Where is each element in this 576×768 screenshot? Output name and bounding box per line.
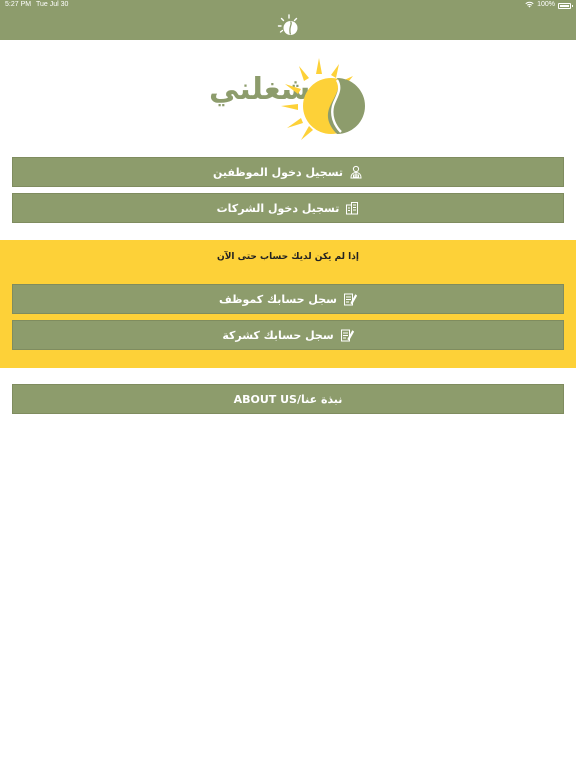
company-register-label: سجل حسابك كشركة: [222, 328, 334, 342]
wifi-icon: [525, 1, 534, 10]
battery-icon: [558, 3, 573, 9]
about-us-button[interactable]: ABOUT US/نبذة عنا: [12, 384, 564, 414]
about-us-label: ABOUT US/نبذة عنا: [233, 392, 343, 406]
edit-document-icon: [343, 292, 358, 306]
company-login-label: تسجيل دخول الشركات: [216, 201, 340, 215]
no-account-prompt: إذا لم يكن لديك حساب حتى الآن: [217, 252, 359, 262]
nav-bar: [0, 12, 576, 40]
company-login-button[interactable]: تسجيل دخول الشركات: [12, 193, 564, 223]
employee-icon: [349, 165, 363, 179]
status-time: 5:27 PM: [5, 1, 32, 8]
status-date: Tue Jul 30: [36, 1, 69, 8]
sun-coffee-logo-icon: [281, 56, 365, 144]
brand-header: شغلني: [205, 56, 365, 146]
status-bar: 5:27 PM Tue Jul 30 100%: [0, 0, 576, 12]
building-icon: [345, 201, 359, 215]
company-register-button[interactable]: سجل حسابك كشركة: [12, 320, 564, 350]
employee-register-button[interactable]: سجل حسابك كموظف: [12, 284, 564, 314]
battery-percent: 100%: [537, 1, 555, 8]
employee-login-label: تسجيل دخول الموظفين: [212, 165, 344, 179]
sun-logo-icon: [277, 14, 301, 38]
edit-document-icon: [340, 328, 354, 342]
employee-login-button[interactable]: تسجيل دخول الموظفين: [12, 157, 564, 187]
employee-register-label: سجل حسابك كموظف: [219, 292, 337, 306]
